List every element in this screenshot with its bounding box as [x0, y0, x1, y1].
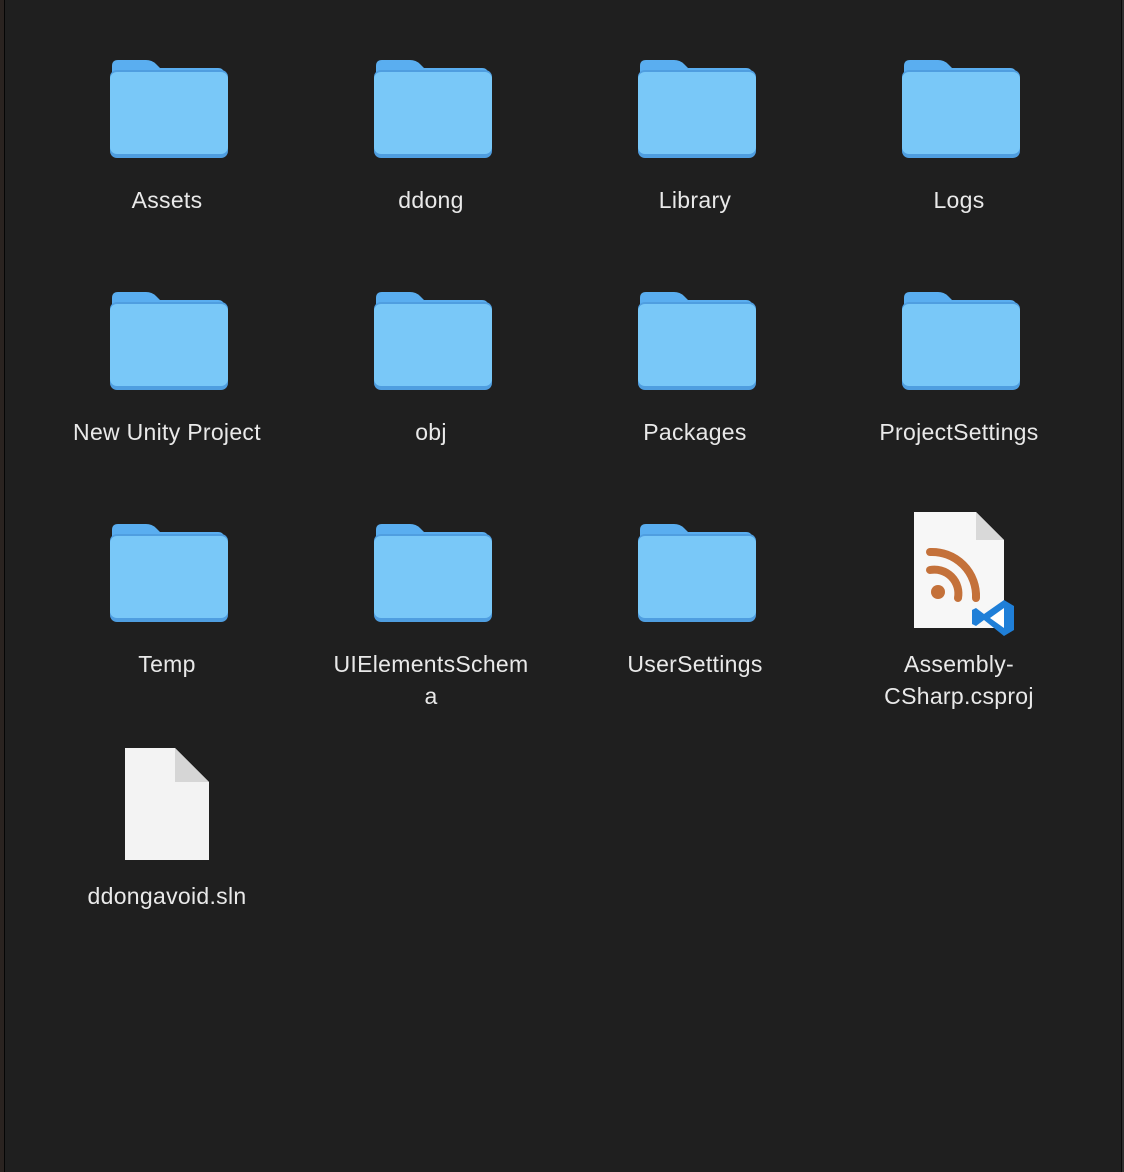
item-label: Library — [658, 187, 732, 213]
folder-item-uielementsschema[interactable]: UIElementsSchem a — [321, 520, 541, 720]
folder-item-logs[interactable]: Logs — [849, 56, 1069, 226]
item-label: Temp — [138, 651, 196, 677]
folder-icon — [321, 520, 541, 640]
folder-item-new-unity-project[interactable]: New Unity Project — [57, 288, 277, 458]
finder-window: Assets ddong Library Logs New Unity Proj… — [0, 0, 1124, 1172]
item-label: UIElementsSchem a — [333, 651, 529, 709]
folder-icon — [585, 288, 805, 408]
item-label: ddongavoid.sln — [87, 883, 247, 909]
folder-item-packages[interactable]: Packages — [585, 288, 805, 458]
document-icon — [57, 744, 277, 866]
item-label: New Unity Project — [73, 419, 261, 445]
item-label: Logs — [933, 187, 985, 213]
window-left-edge — [0, 0, 5, 1172]
folder-icon — [849, 56, 1069, 176]
folder-icon — [321, 288, 541, 408]
item-label: ProjectSettings — [879, 419, 1039, 445]
item-label: Packages — [643, 419, 747, 445]
folder-item-obj[interactable]: obj — [321, 288, 541, 458]
item-label: Assembly- CSharp.csproj — [884, 651, 1034, 709]
folder-icon — [585, 56, 805, 176]
item-label: UserSettings — [627, 651, 763, 677]
csproj-file-icon — [849, 508, 1069, 638]
folder-item-ddong[interactable]: ddong — [321, 56, 541, 226]
folder-item-library[interactable]: Library — [585, 56, 805, 226]
folder-icon — [321, 56, 541, 176]
file-item-assembly-csharp-csproj[interactable]: Assembly- CSharp.csproj — [849, 508, 1069, 720]
item-label: obj — [415, 419, 447, 445]
item-label: Assets — [131, 187, 203, 213]
folder-item-assets[interactable]: Assets — [57, 56, 277, 226]
folder-icon — [57, 288, 277, 408]
folder-icon — [57, 56, 277, 176]
folder-item-projectsettings[interactable]: ProjectSettings — [849, 288, 1069, 458]
folder-item-temp[interactable]: Temp — [57, 520, 277, 690]
folder-icon — [849, 288, 1069, 408]
file-item-ddongavoid-sln[interactable]: ddongavoid.sln — [57, 744, 277, 924]
folder-icon — [57, 520, 277, 640]
item-label: ddong — [398, 187, 464, 213]
folder-item-usersettings[interactable]: UserSettings — [585, 520, 805, 690]
folder-icon — [585, 520, 805, 640]
